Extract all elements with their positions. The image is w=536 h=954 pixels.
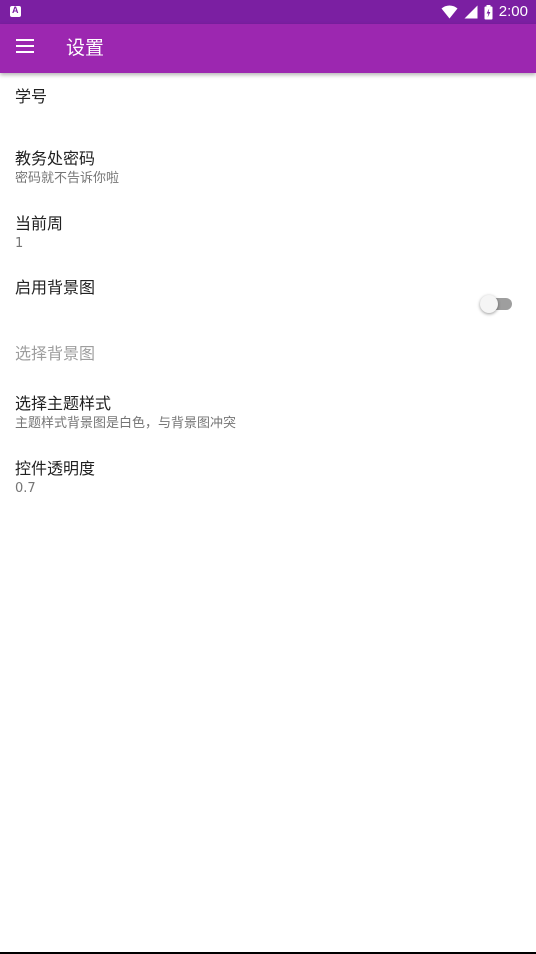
- pref-summary: 0.7: [15, 481, 36, 496]
- settings-screen: 2:00 设置 学号 教务处密码 密码就不告诉你啦 当前周 1 启用背景图: [0, 0, 536, 954]
- pref-choose-background: 选择背景图: [0, 331, 536, 381]
- app-bar: 设置: [0, 24, 536, 73]
- pref-title: 控件透明度: [15, 459, 96, 478]
- pref-enable-background[interactable]: 启用背景图: [0, 264, 536, 331]
- pref-title: 学号: [15, 87, 48, 106]
- settings-list: 学号 教务处密码 密码就不告诉你啦 当前周 1 启用背景图 选择背景图 选择主题…: [0, 73, 536, 510]
- pref-choose-theme[interactable]: 选择主题样式 主题样式背景图是白色，与背景图冲突: [0, 381, 536, 446]
- pref-title: 当前周: [15, 214, 64, 233]
- switch-thumb: [480, 295, 498, 313]
- pref-summary: 主题样式背景图是白色，与背景图冲突: [15, 416, 237, 431]
- pref-student-id[interactable]: 学号: [0, 73, 536, 136]
- pref-academic-password[interactable]: 教务处密码 密码就不告诉你啦: [0, 136, 536, 200]
- pref-title: 启用背景图: [15, 278, 96, 297]
- pref-widget-opacity[interactable]: 控件透明度 0.7: [0, 446, 536, 510]
- pref-current-week[interactable]: 当前周 1: [0, 200, 536, 264]
- page-title: 设置: [66, 37, 105, 59]
- pref-title: 选择主题样式: [15, 394, 112, 413]
- wifi-icon: [441, 5, 458, 19]
- battery-icon: [484, 4, 493, 19]
- background-switch[interactable]: [480, 295, 512, 313]
- status-time: 2:00: [498, 3, 528, 20]
- status-bar: 2:00: [0, 0, 536, 24]
- pref-summary: 1: [15, 236, 24, 251]
- pref-title: 教务处密码: [15, 149, 96, 168]
- status-icons: 2:00: [441, 0, 528, 24]
- menu-icon[interactable]: [16, 39, 34, 57]
- pref-summary: 密码就不告诉你啦: [15, 171, 120, 186]
- signal-icon: [464, 5, 478, 19]
- notification-a-icon: [10, 5, 21, 17]
- pref-title: 选择背景图: [15, 344, 96, 363]
